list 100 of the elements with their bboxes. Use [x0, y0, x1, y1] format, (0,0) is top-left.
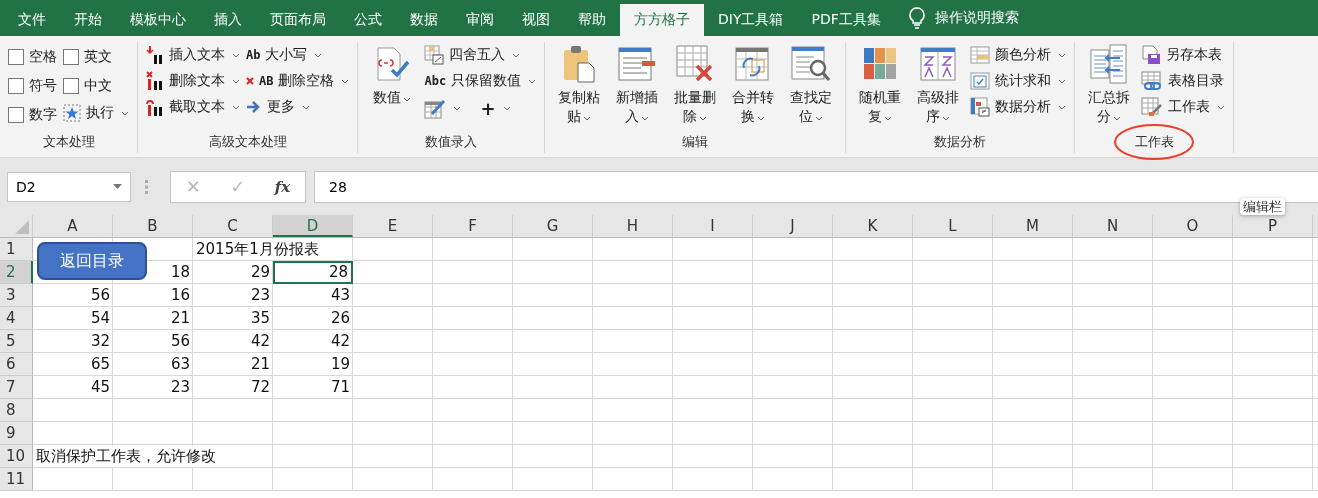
- column-header[interactable]: M: [993, 215, 1073, 237]
- table-cell[interactable]: 54: [90, 308, 113, 329]
- ribbon-button[interactable]: 四舍五入: [424, 42, 537, 68]
- row-header[interactable]: 1: [0, 238, 33, 261]
- caret-icon: [1058, 104, 1067, 110]
- ribbon-tab[interactable]: 帮助: [564, 4, 620, 36]
- column-header[interactable]: H: [593, 215, 673, 237]
- table-cell[interactable]: 16: [170, 285, 193, 306]
- row-header[interactable]: 5: [0, 330, 33, 353]
- table-cell[interactable]: 29: [250, 262, 273, 283]
- checkbox[interactable]: [8, 106, 24, 123]
- column-header[interactable]: K: [833, 215, 913, 237]
- column-header[interactable]: F: [433, 215, 513, 237]
- ribbon-button[interactable]: 统计求和: [970, 68, 1067, 94]
- ribbon-button[interactable]: Ab 大小写: [246, 42, 350, 68]
- ribbon-tab[interactable]: 视图: [508, 4, 564, 36]
- ribbon-button[interactable]: 表格目录: [1141, 68, 1226, 94]
- table-cell[interactable]: 26: [330, 308, 353, 329]
- column-header[interactable]: B: [113, 215, 193, 237]
- ribbon-tab[interactable]: 开始: [60, 4, 116, 36]
- row-header[interactable]: 8: [0, 399, 33, 422]
- ribbon-tab[interactable]: 审阅: [452, 4, 508, 36]
- table-cell[interactable]: 23: [250, 285, 273, 306]
- tell-me-search[interactable]: 操作说明搜索: [934, 9, 1019, 27]
- ribbon-button[interactable]: 另存本表: [1141, 42, 1226, 68]
- table-cell[interactable]: 32: [90, 331, 113, 352]
- ribbon-tab[interactable]: 公式: [340, 4, 396, 36]
- ribbon-button[interactable]: 新增插入: [611, 42, 664, 126]
- table-cell[interactable]: 18: [170, 262, 193, 283]
- star-icon: [63, 104, 81, 122]
- column-header[interactable]: E: [353, 215, 433, 237]
- table-cell[interactable]: 35: [250, 308, 273, 329]
- ribbon-button[interactable]: 更多: [246, 94, 350, 120]
- ribbon-tab[interactable]: 页面布局: [256, 4, 340, 36]
- table-cell[interactable]: 43: [330, 285, 353, 306]
- ribbon-button[interactable]: 随机重复: [854, 42, 907, 126]
- ribbon-button[interactable]: Abc 只保留数值: [424, 68, 537, 94]
- table-cell[interactable]: 63: [170, 354, 193, 375]
- row-header[interactable]: 10: [0, 445, 33, 468]
- ribbon-button[interactable]: 执行: [63, 100, 129, 126]
- ribbon-button[interactable]: 截取文本: [146, 94, 240, 120]
- table-cell[interactable]: 65: [90, 354, 113, 375]
- ribbon-button[interactable]: 复制粘贴: [553, 42, 606, 126]
- table-cell[interactable]: 23: [170, 377, 193, 398]
- insert-function-button[interactable]: fx: [274, 177, 291, 196]
- ribbon-button[interactable]: 删除文本: [146, 68, 240, 94]
- name-box[interactable]: D2: [7, 171, 131, 202]
- ribbon-button[interactable]: 查找定位: [785, 42, 838, 126]
- checkbox[interactable]: [63, 48, 79, 65]
- ribbon-tab[interactable]: 插入: [200, 4, 256, 36]
- table-cell[interactable]: 72: [250, 377, 273, 398]
- table-cell[interactable]: 42: [330, 331, 353, 352]
- checkbox[interactable]: [8, 77, 24, 94]
- table-cell[interactable]: 取消保护工作表，允许修改: [33, 446, 216, 467]
- table-cell[interactable]: 42: [250, 331, 273, 352]
- column-header[interactable]: O: [1153, 215, 1233, 237]
- column-header[interactable]: G: [513, 215, 593, 237]
- checkbox[interactable]: [8, 48, 24, 65]
- row-header[interactable]: 7: [0, 376, 33, 399]
- ribbon-button[interactable]: 批量删除: [669, 42, 722, 126]
- row-header[interactable]: 11: [0, 468, 33, 491]
- table-cell[interactable]: 56: [170, 331, 193, 352]
- row-header[interactable]: 6: [0, 353, 33, 376]
- table-cell[interactable]: 71: [330, 377, 353, 398]
- row-header[interactable]: 3: [0, 284, 33, 307]
- column-header[interactable]: D: [273, 215, 353, 237]
- table-cell[interactable]: 19: [330, 354, 353, 375]
- ribbon-tab[interactable]: 方方格子: [620, 4, 704, 36]
- ribbon-tab[interactable]: DIY工具箱: [704, 4, 798, 36]
- ribbon-tab[interactable]: PDF工具集: [797, 4, 895, 36]
- table-cell[interactable]: 21: [170, 308, 193, 329]
- column-header[interactable]: L: [913, 215, 993, 237]
- table-cell[interactable]: 21: [250, 354, 273, 375]
- ribbon-button[interactable]: 数据分析: [970, 94, 1067, 120]
- ribbon-button[interactable]: 合并转换: [727, 42, 780, 126]
- ribbon-button[interactable]: 插入文本: [146, 42, 240, 68]
- ribbon-button[interactable]: 颜色分析: [970, 42, 1067, 68]
- table-cell[interactable]: 56: [90, 285, 113, 306]
- back-to-contents-button[interactable]: 返回目录: [37, 242, 147, 280]
- caret-icon: [942, 116, 951, 121]
- table-cell[interactable]: 45: [90, 377, 113, 398]
- ribbon-button[interactable]: 汇总拆分: [1083, 42, 1136, 126]
- ribbon-tab[interactable]: 数据: [396, 4, 452, 36]
- ribbon-button[interactable]: 高级排序: [912, 42, 965, 126]
- row-header[interactable]: 4: [0, 307, 33, 330]
- row-header[interactable]: 9: [0, 422, 33, 445]
- row-header[interactable]: 2: [0, 261, 33, 284]
- column-header[interactable]: J: [753, 215, 833, 237]
- column-header[interactable]: N: [1073, 215, 1153, 237]
- column-header[interactable]: I: [673, 215, 753, 237]
- caret-icon: [232, 78, 240, 84]
- checkbox[interactable]: [63, 77, 79, 94]
- ribbon-tab[interactable]: 模板中心: [116, 4, 200, 36]
- column-header[interactable]: A: [33, 215, 113, 237]
- dropdown-button[interactable]: +: [466, 95, 511, 122]
- ribbon-button[interactable]: AB 删除空格: [246, 68, 350, 94]
- table-cell[interactable]: 28: [273, 261, 353, 284]
- ribbon-button[interactable]: 数值: [366, 42, 419, 107]
- ribbon-tab[interactable]: 文件: [4, 4, 60, 36]
- ribbon-button[interactable]: 工作表: [1141, 94, 1226, 120]
